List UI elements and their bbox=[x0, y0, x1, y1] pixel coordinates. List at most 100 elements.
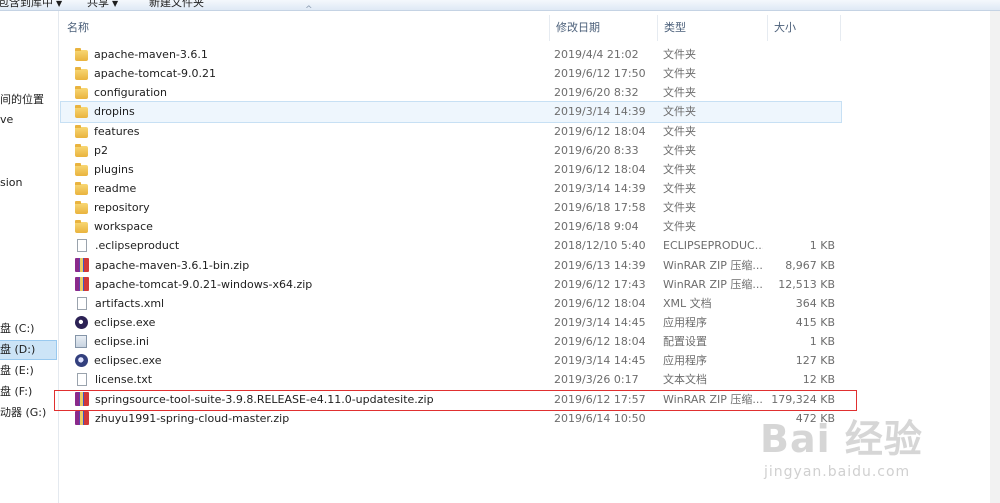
file-row[interactable]: features 2019/6/12 18:04 文件夹 bbox=[61, 122, 841, 141]
nav-item-drive-d[interactable]: 盘 (D:) bbox=[0, 340, 57, 360]
file-type bbox=[663, 409, 763, 428]
file-row[interactable]: apache-tomcat-9.0.21-windows-x64.zip 2019… bbox=[61, 275, 841, 294]
file-type: 文件夹 bbox=[663, 86, 696, 100]
file-row[interactable]: eclipse.exe 2019/3/14 14:45 应用程序 415 KB bbox=[61, 313, 841, 332]
file-date: 2019/6/12 18:04 bbox=[554, 162, 646, 176]
text-file-icon bbox=[77, 373, 87, 387]
file-name: features bbox=[94, 124, 140, 138]
file-size bbox=[767, 141, 835, 160]
file-date: 2019/6/20 8:33 bbox=[554, 143, 639, 157]
nav-item-recent-places[interactable]: 间的位置 bbox=[0, 91, 44, 109]
file-type: WinRAR ZIP 压缩... bbox=[663, 258, 763, 272]
file-name-cell: zhuyu1991-spring-cloud-master.zip bbox=[75, 409, 545, 428]
file-row[interactable]: repository 2019/6/18 17:58 文件夹 bbox=[61, 198, 841, 217]
file-name: .eclipseproduct bbox=[95, 239, 180, 253]
file-name: plugins bbox=[94, 162, 134, 176]
command-bar: 包含到库中 ▼ 共享 ▼ 新建文件夹 bbox=[0, 0, 1000, 11]
file-row[interactable]: .eclipseproduct 2018/12/10 5:40 ECLIPSEPRO… bbox=[61, 236, 841, 255]
file-name: dropins bbox=[94, 105, 135, 119]
settings-file-icon bbox=[75, 335, 87, 349]
file-date: 2019/6/12 17:57 bbox=[554, 392, 646, 406]
file-row[interactable]: configuration 2019/6/20 8:32 文件夹 bbox=[61, 83, 841, 102]
column-header-name[interactable]: 名称 bbox=[61, 15, 550, 41]
folder-icon bbox=[75, 181, 88, 195]
file-row[interactable]: workspace 2019/6/18 9:04 文件夹 bbox=[61, 217, 841, 236]
file-date: 2019/6/12 17:43 bbox=[554, 277, 646, 291]
file-type: WinRAR ZIP 压缩... bbox=[663, 392, 763, 406]
column-header-date[interactable]: 修改日期 bbox=[550, 15, 658, 41]
file-row[interactable]: apache-tomcat-9.0.21 2019/6/12 17:50 文件夹 bbox=[61, 64, 841, 83]
file-date: 2019/6/12 18:04 bbox=[554, 124, 646, 138]
nav-item-drive-f[interactable]: 盘 (F:) bbox=[0, 383, 32, 401]
file-size: 12,513 KB bbox=[778, 277, 835, 291]
file-icon bbox=[77, 239, 87, 253]
file-row[interactable]: license.txt 2019/3/26 0:17 文本文档 12 KB bbox=[61, 370, 841, 389]
file-date: 2019/6/20 8:32 bbox=[554, 86, 639, 100]
file-type: 应用程序 bbox=[663, 315, 707, 329]
file-name-cell: apache-maven-3.6.1-bin.zip bbox=[75, 256, 545, 275]
file-row[interactable]: zhuyu1991-spring-cloud-master.zip 2019/6/… bbox=[61, 409, 841, 428]
file-date: 2019/6/12 17:50 bbox=[554, 67, 646, 81]
file-row[interactable]: artifacts.xml 2019/6/12 18:04 XML 文档 364 KB bbox=[61, 294, 841, 313]
nav-item-drive-c[interactable]: 盘 (C:) bbox=[0, 320, 34, 338]
file-row[interactable]: eclipsec.exe 2019/3/14 14:45 应用程序 127 KB bbox=[61, 351, 841, 370]
file-name-cell: p2 bbox=[75, 141, 545, 160]
nav-item-drive[interactable]: ve bbox=[0, 111, 13, 129]
file-name: apache-maven-3.6.1-bin.zip bbox=[95, 258, 250, 272]
include-in-library-menu[interactable]: 包含到库中 ▼ bbox=[0, 0, 62, 10]
nav-item-drive-e[interactable]: 盘 (E:) bbox=[0, 362, 34, 380]
new-folder-button[interactable]: 新建文件夹 bbox=[149, 0, 204, 10]
folder-icon bbox=[75, 143, 88, 157]
nav-item-drive-g[interactable]: 动器 (G:) bbox=[0, 404, 46, 422]
file-date: 2019/3/26 0:17 bbox=[554, 373, 639, 387]
file-size bbox=[767, 122, 835, 141]
file-row[interactable]: apache-maven-3.6.1-bin.zip 2019/6/13 14:3… bbox=[61, 256, 841, 275]
file-date: 2019/6/12 18:04 bbox=[554, 335, 646, 349]
file-size bbox=[767, 217, 835, 236]
file-type: XML 文档 bbox=[663, 296, 712, 310]
file-name-cell: features bbox=[75, 122, 545, 141]
file-size: 1 KB bbox=[809, 335, 835, 349]
column-header: ^ 名称 修改日期 类型 大小 bbox=[61, 5, 841, 41]
winrar-zip-icon bbox=[75, 391, 89, 406]
file-type: 应用程序 bbox=[663, 354, 707, 368]
file-type: 文件夹 bbox=[663, 124, 696, 138]
file-size: 127 KB bbox=[795, 354, 835, 368]
file-size: 8,967 KB bbox=[785, 258, 835, 272]
vertical-scrollbar[interactable] bbox=[990, 11, 1000, 503]
file-name: artifacts.xml bbox=[95, 296, 165, 310]
file-name: p2 bbox=[94, 143, 108, 157]
share-menu[interactable]: 共享 ▼ bbox=[87, 0, 118, 10]
folder-icon bbox=[75, 48, 88, 61]
file-row[interactable]: p2 2019/6/20 8:33 文件夹 bbox=[61, 141, 841, 160]
file-type: 文件夹 bbox=[663, 162, 696, 176]
eclipsec-icon bbox=[75, 354, 88, 368]
file-name: configuration bbox=[94, 86, 167, 100]
file-name-cell: configuration bbox=[75, 83, 545, 102]
nav-item-version[interactable]: sion bbox=[0, 174, 23, 192]
file-name: springsource-tool-suite-3.9.8.RELEASE-e4… bbox=[95, 392, 434, 406]
file-size: 364 KB bbox=[795, 296, 835, 310]
file-date: 2019/4/4 21:02 bbox=[554, 48, 639, 61]
file-row[interactable]: springsource-tool-suite-3.9.8.RELEASE-e4… bbox=[61, 390, 841, 409]
file-row[interactable]: readme 2019/3/14 14:39 文件夹 bbox=[61, 179, 841, 198]
file-type: 文本文档 bbox=[663, 373, 707, 387]
file-name-cell: apache-maven-3.6.1 bbox=[75, 45, 545, 64]
file-name: zhuyu1991-spring-cloud-master.zip bbox=[95, 411, 290, 425]
file-size bbox=[767, 179, 835, 198]
file-row[interactable]: apache-maven-3.6.1 2019/4/4 21:02 文件夹 bbox=[61, 45, 841, 64]
folder-icon bbox=[75, 201, 88, 215]
file-name-cell: dropins bbox=[75, 102, 545, 121]
column-header-size[interactable]: 大小 bbox=[768, 15, 841, 41]
column-header-type[interactable]: 类型 bbox=[658, 15, 768, 41]
winrar-zip-icon bbox=[75, 410, 89, 425]
file-row[interactable]: eclipse.ini 2019/6/12 18:04 配置设置 1 KB bbox=[61, 332, 841, 351]
file-type: 文件夹 bbox=[663, 143, 696, 157]
file-type: 文件夹 bbox=[663, 220, 696, 234]
file-row[interactable]: plugins 2019/6/12 18:04 文件夹 bbox=[61, 160, 841, 179]
file-name: eclipsec.exe bbox=[94, 354, 162, 368]
file-size bbox=[767, 64, 835, 83]
file-name: repository bbox=[94, 201, 150, 215]
file-row[interactable]: dropins 2019/3/14 14:39 文件夹 bbox=[60, 101, 842, 123]
file-type: WinRAR ZIP 压缩... bbox=[663, 277, 763, 291]
